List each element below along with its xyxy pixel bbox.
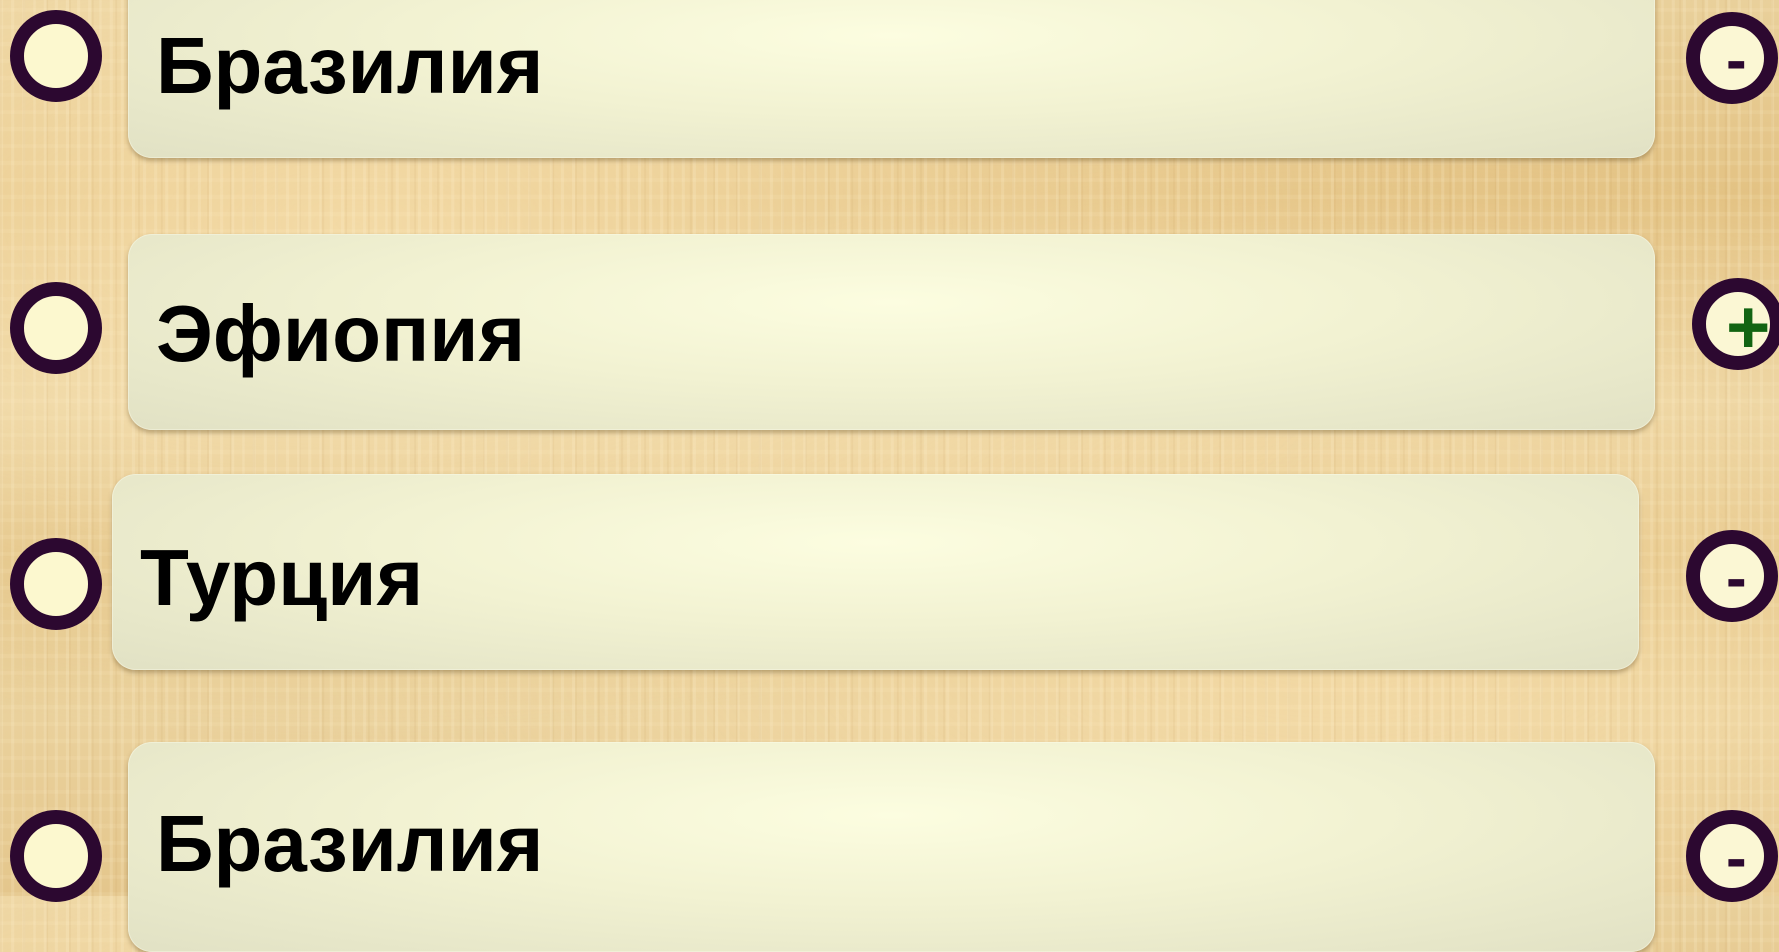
answer-option-4[interactable]: Бразилия - (0, 742, 1779, 952)
answer-option-3[interactable]: Турция - (0, 472, 1779, 672)
result-mark: - (1726, 824, 1747, 893)
answer-label: Бразилия (156, 21, 544, 110)
radio-bullet-icon[interactable] (10, 810, 102, 902)
answer-option-1[interactable]: Бразилия - (0, 0, 1779, 160)
radio-bullet-icon[interactable] (10, 538, 102, 630)
radio-bullet-icon[interactable] (10, 282, 102, 374)
plus-circle-icon: + (1692, 278, 1779, 370)
result-mark: - (1726, 544, 1747, 613)
answer-label: Турция (140, 533, 424, 622)
minus-circle-icon: - (1686, 530, 1778, 622)
radio-bullet-icon[interactable] (10, 10, 102, 102)
minus-circle-icon: - (1686, 12, 1778, 104)
answer-option-2[interactable]: Эфиопия + (0, 232, 1779, 432)
answer-label: Эфиопия (156, 289, 526, 378)
result-mark: - (1726, 26, 1747, 95)
minus-circle-icon: - (1686, 810, 1778, 902)
answer-label: Бразилия (156, 799, 544, 888)
result-mark: + (1726, 285, 1771, 370)
